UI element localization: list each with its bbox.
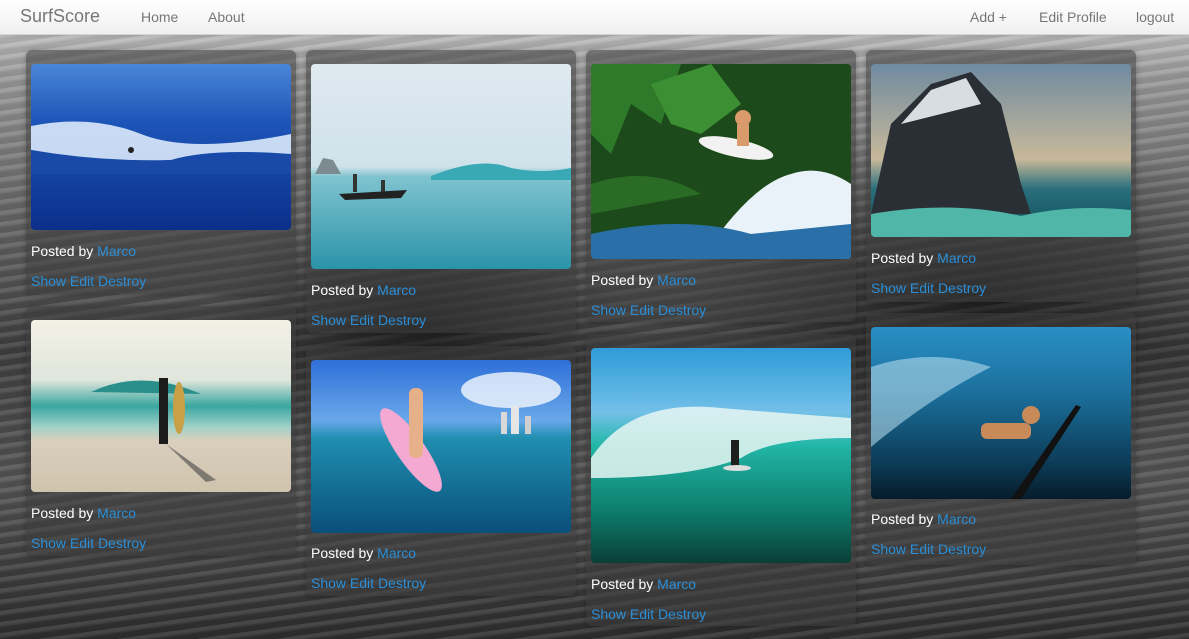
show-link[interactable]: Show [31, 535, 66, 551]
pin-photo[interactable] [31, 320, 291, 492]
pin-actions: Show Edit Destroy [871, 280, 986, 296]
author-link[interactable]: Marco [97, 243, 136, 259]
pin-photo[interactable] [311, 360, 571, 533]
edit-link[interactable]: Edit [910, 280, 934, 296]
navbar: SurfScore Home About Add + Edit Profile … [0, 0, 1189, 35]
pin-actions: Show Edit Destroy [31, 273, 146, 289]
author-link[interactable]: Marco [377, 282, 416, 298]
destroy-link[interactable]: Destroy [938, 280, 986, 296]
pin-card: Posted by Marco Show Edit Destroy [306, 50, 576, 333]
pin-photo[interactable] [591, 64, 851, 259]
pin-actions: Show Edit Destroy [871, 541, 986, 557]
pin-actions: Show Edit Destroy [311, 312, 426, 328]
destroy-link[interactable]: Destroy [98, 273, 146, 289]
nav-about-link[interactable]: About [208, 9, 245, 25]
show-link[interactable]: Show [31, 273, 66, 289]
pin-card: Posted by Marco Show Edit Destroy [866, 50, 1136, 302]
edit-link[interactable]: Edit [70, 273, 94, 289]
nav-add-link[interactable]: Add + [970, 9, 1007, 25]
pin-card: Posted by Marco Show Edit Destroy [586, 50, 856, 322]
author-link[interactable]: Marco [377, 545, 416, 561]
posted-by: Posted by Marco [311, 282, 417, 298]
nav-edit-profile-link[interactable]: Edit Profile [1039, 9, 1107, 25]
posted-by: Posted by Marco [871, 511, 977, 527]
pin-photo[interactable] [31, 64, 291, 230]
edit-link[interactable]: Edit [630, 606, 654, 622]
pin-card: Posted by Marco Show Edit Destroy [26, 50, 296, 294]
pin-card: Posted by Marco Show Edit Destroy [306, 346, 576, 596]
show-link[interactable]: Show [591, 302, 626, 318]
pin-actions: Show Edit Destroy [591, 606, 706, 622]
destroy-link[interactable]: Destroy [378, 312, 426, 328]
edit-link[interactable]: Edit [350, 312, 374, 328]
posted-by: Posted by Marco [311, 545, 417, 561]
posted-by: Posted by Marco [871, 250, 977, 266]
pin-photo[interactable] [591, 348, 851, 563]
destroy-link[interactable]: Destroy [98, 535, 146, 551]
edit-link[interactable]: Edit [630, 302, 654, 318]
posted-by: Posted by Marco [591, 576, 697, 592]
destroy-link[interactable]: Destroy [658, 302, 706, 318]
author-link[interactable]: Marco [937, 511, 976, 527]
nav-home-link[interactable]: Home [141, 9, 178, 25]
pin-actions: Show Edit Destroy [31, 535, 146, 551]
pin-card: Posted by Marco Show Edit Destroy [586, 334, 856, 626]
show-link[interactable]: Show [871, 541, 906, 557]
pin-actions: Show Edit Destroy [311, 575, 426, 591]
pin-card: Posted by Marco Show Edit Destroy [866, 313, 1136, 565]
posted-by: Posted by Marco [591, 272, 697, 288]
pin-photo[interactable] [871, 327, 1131, 499]
author-link[interactable]: Marco [937, 250, 976, 266]
pin-photo[interactable] [311, 64, 571, 269]
nav-logout-link[interactable]: logout [1136, 9, 1174, 25]
destroy-link[interactable]: Destroy [658, 606, 706, 622]
posted-by: Posted by Marco [31, 505, 137, 521]
pin-actions: Show Edit Destroy [591, 302, 706, 318]
pin-photo[interactable] [871, 64, 1131, 237]
author-link[interactable]: Marco [97, 505, 136, 521]
edit-link[interactable]: Edit [910, 541, 934, 557]
posted-by: Posted by Marco [31, 243, 137, 259]
author-link[interactable]: Marco [657, 272, 696, 288]
show-link[interactable]: Show [871, 280, 906, 296]
destroy-link[interactable]: Destroy [378, 575, 426, 591]
show-link[interactable]: Show [311, 312, 346, 328]
show-link[interactable]: Show [311, 575, 346, 591]
show-link[interactable]: Show [591, 606, 626, 622]
brand-logo[interactable]: SurfScore [20, 6, 100, 27]
author-link[interactable]: Marco [657, 576, 696, 592]
destroy-link[interactable]: Destroy [938, 541, 986, 557]
pin-card: Posted by Marco Show Edit Destroy [26, 306, 296, 556]
edit-link[interactable]: Edit [350, 575, 374, 591]
edit-link[interactable]: Edit [70, 535, 94, 551]
